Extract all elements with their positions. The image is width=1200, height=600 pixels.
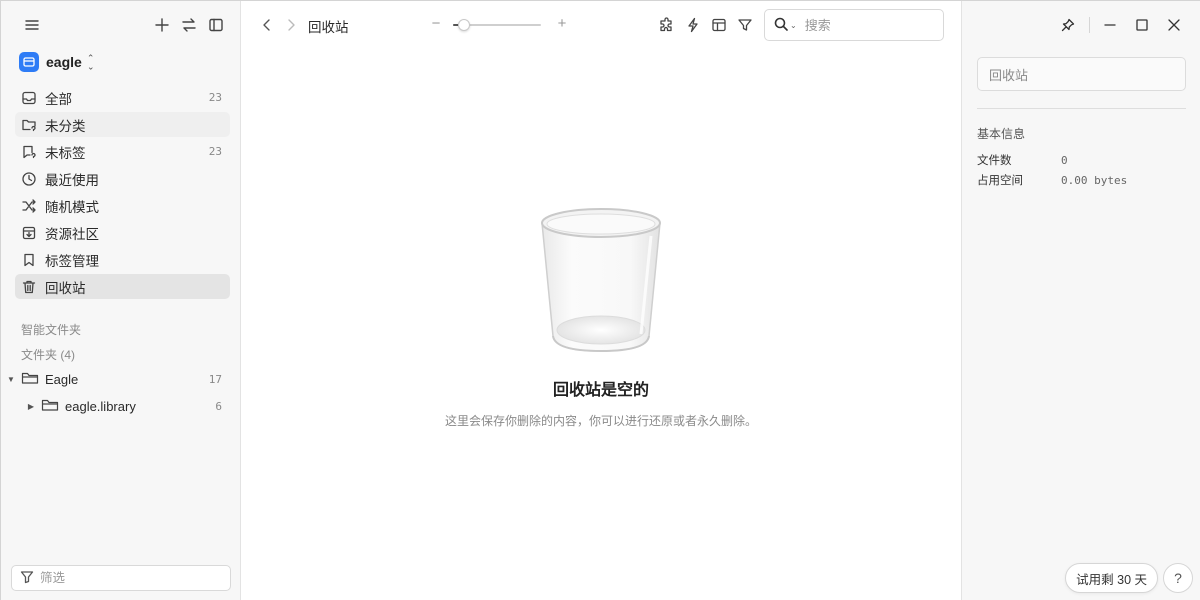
empty-state: 回收站是空的 这里会保存你删除的内容，你可以进行还原或者永久删除。 xyxy=(241,206,961,429)
clock-icon xyxy=(21,171,37,187)
sidebar-item-all[interactable]: 全部 23 xyxy=(15,85,230,110)
folder-label: Eagle xyxy=(45,371,79,387)
sidebar-item-label: 未分类 xyxy=(45,118,86,134)
info-key: 文件数 xyxy=(977,155,1012,167)
zoom-out-button[interactable]: − xyxy=(429,14,443,36)
folder-icon xyxy=(41,397,59,416)
breadcrumb: 回收站 xyxy=(308,20,349,35)
sidebar-item-untagged[interactable]: 未标签 23 xyxy=(15,139,230,164)
sidebar-toolbar xyxy=(17,13,228,37)
filter-icon xyxy=(20,570,34,587)
view-tools xyxy=(654,13,758,37)
sidebar-item-label: 标签管理 xyxy=(45,253,99,269)
folder-count: 6 xyxy=(215,399,222,413)
filter-box[interactable] xyxy=(11,565,231,591)
divider xyxy=(1089,17,1090,33)
empty-state-description: 这里会保存你删除的内容，你可以进行还原或者永久删除。 xyxy=(444,414,757,428)
zoom-thumb[interactable] xyxy=(457,19,470,31)
menu-icon[interactable] xyxy=(20,13,44,37)
inbox-icon xyxy=(21,90,37,106)
folder-count: 17 xyxy=(208,372,222,386)
app-window: eagle ⌃ ⌃ 全部 23 未分类 未标签 23 最近使用 随机模式 资源社… xyxy=(0,0,1200,600)
divider xyxy=(977,108,1186,109)
folder-label: eagle.library xyxy=(65,398,136,414)
zoom-track[interactable] xyxy=(453,19,541,31)
tag-question-icon xyxy=(21,144,37,160)
folder-name-field[interactable]: 回收站 xyxy=(977,57,1186,91)
sidebar-item-label: 回收站 xyxy=(45,280,86,296)
smart-folders-heading[interactable]: 智能文件夹 xyxy=(21,321,81,338)
sidebar-nav: 全部 23 未分类 未标签 23 最近使用 随机模式 资源社区 标签管理 回收站 xyxy=(15,85,230,301)
trial-badge-button[interactable]: 试用剩 30 天 xyxy=(1065,563,1158,593)
back-button[interactable] xyxy=(255,13,279,37)
sidebar-item-trash[interactable]: 回收站 xyxy=(15,274,230,299)
search-icon[interactable] xyxy=(774,17,788,34)
folder-eagle[interactable]: ▼ Eagle 17 xyxy=(1,367,239,391)
sidebar-toggle-icon[interactable] xyxy=(204,13,228,37)
forward-button[interactable] xyxy=(279,13,303,37)
library-name: eagle xyxy=(46,54,82,70)
trash-icon xyxy=(21,279,37,295)
folder-question-icon xyxy=(21,117,37,133)
window-controls xyxy=(1048,13,1186,37)
layout-icon[interactable] xyxy=(706,13,732,37)
lightning-icon[interactable] xyxy=(680,13,706,37)
sidebar-item-label: 全部 xyxy=(45,91,72,107)
zoom-in-button[interactable]: + xyxy=(555,14,569,36)
empty-state-title: 回收站是空的 xyxy=(552,382,649,399)
sidebar-item-label: 最近使用 xyxy=(45,172,99,188)
sidebar-item-tag-manager[interactable]: 标签管理 xyxy=(15,247,230,272)
history-nav xyxy=(255,13,303,37)
minimize-icon[interactable] xyxy=(1098,13,1122,37)
info-row-size: 占用空间 0.00 bytes xyxy=(977,172,1186,188)
sidebar-item-label: 资源社区 xyxy=(45,226,99,242)
chevron-down-icon[interactable]: ⌄ xyxy=(790,21,797,30)
main-content: 回收站 − + ⌄ 搜索 回收站是空的 这里会保存你删除的内容，你可以进行还原或… xyxy=(241,1,961,600)
chevron-updown-icon: ⌃ ⌃ xyxy=(86,53,95,72)
maximize-icon[interactable] xyxy=(1130,13,1154,37)
caret-down-icon[interactable]: ▼ xyxy=(6,375,16,384)
toolbar: 回收站 − + ⌄ xyxy=(241,9,961,41)
item-count: 23 xyxy=(208,91,222,104)
info-value: 0.00 bytes xyxy=(1061,173,1128,187)
search-input[interactable] xyxy=(804,17,925,33)
filter-input[interactable] xyxy=(40,571,220,585)
close-icon[interactable] xyxy=(1162,13,1186,37)
item-count: 23 xyxy=(208,145,222,158)
sidebar-item-label: 未标签 xyxy=(45,145,86,161)
filter-icon[interactable] xyxy=(732,13,758,37)
info-section-title: 基本信息 xyxy=(977,127,1026,141)
plugin-icon[interactable] xyxy=(654,13,680,37)
info-row-file-count: 文件数 0 xyxy=(977,152,1186,168)
empty-trash-illustration xyxy=(539,206,663,354)
sidebar: eagle ⌃ ⌃ 全部 23 未分类 未标签 23 最近使用 随机模式 资源社… xyxy=(1,1,241,600)
folders-heading[interactable]: 文件夹 (4) xyxy=(21,346,75,363)
add-icon[interactable] xyxy=(150,13,174,37)
swap-icon[interactable] xyxy=(177,13,201,37)
caret-right-icon[interactable]: ▶ xyxy=(26,402,36,411)
library-logo-icon xyxy=(19,52,39,72)
library-switcher[interactable]: eagle ⌃ ⌃ xyxy=(19,51,94,73)
pin-icon[interactable] xyxy=(1056,13,1080,37)
info-key: 占用空间 xyxy=(977,175,1023,187)
sidebar-item-random[interactable]: 随机模式 xyxy=(15,193,230,218)
sidebar-item-recent[interactable]: 最近使用 xyxy=(15,166,230,191)
download-box-icon xyxy=(21,225,37,241)
sidebar-item-uncategorized[interactable]: 未分类 xyxy=(15,112,230,137)
zoom-slider[interactable]: − + xyxy=(429,14,569,36)
sidebar-item-community[interactable]: 资源社区 xyxy=(15,220,230,245)
sidebar-item-label: 随机模式 xyxy=(45,199,99,215)
bookmark-icon xyxy=(21,252,37,268)
folder-open-icon xyxy=(21,370,39,389)
search-box[interactable]: ⌄ xyxy=(764,9,944,41)
inspector-panel: 回收站 基本信息 文件数 0 占用空间 0.00 bytes 试用剩 30 天 … xyxy=(961,1,1200,600)
folder-eagle-library[interactable]: ▶ eagle.library 6 xyxy=(1,394,239,418)
help-button[interactable]: ? xyxy=(1163,563,1193,593)
shuffle-icon xyxy=(21,198,37,214)
info-value: 0 xyxy=(1061,153,1068,167)
